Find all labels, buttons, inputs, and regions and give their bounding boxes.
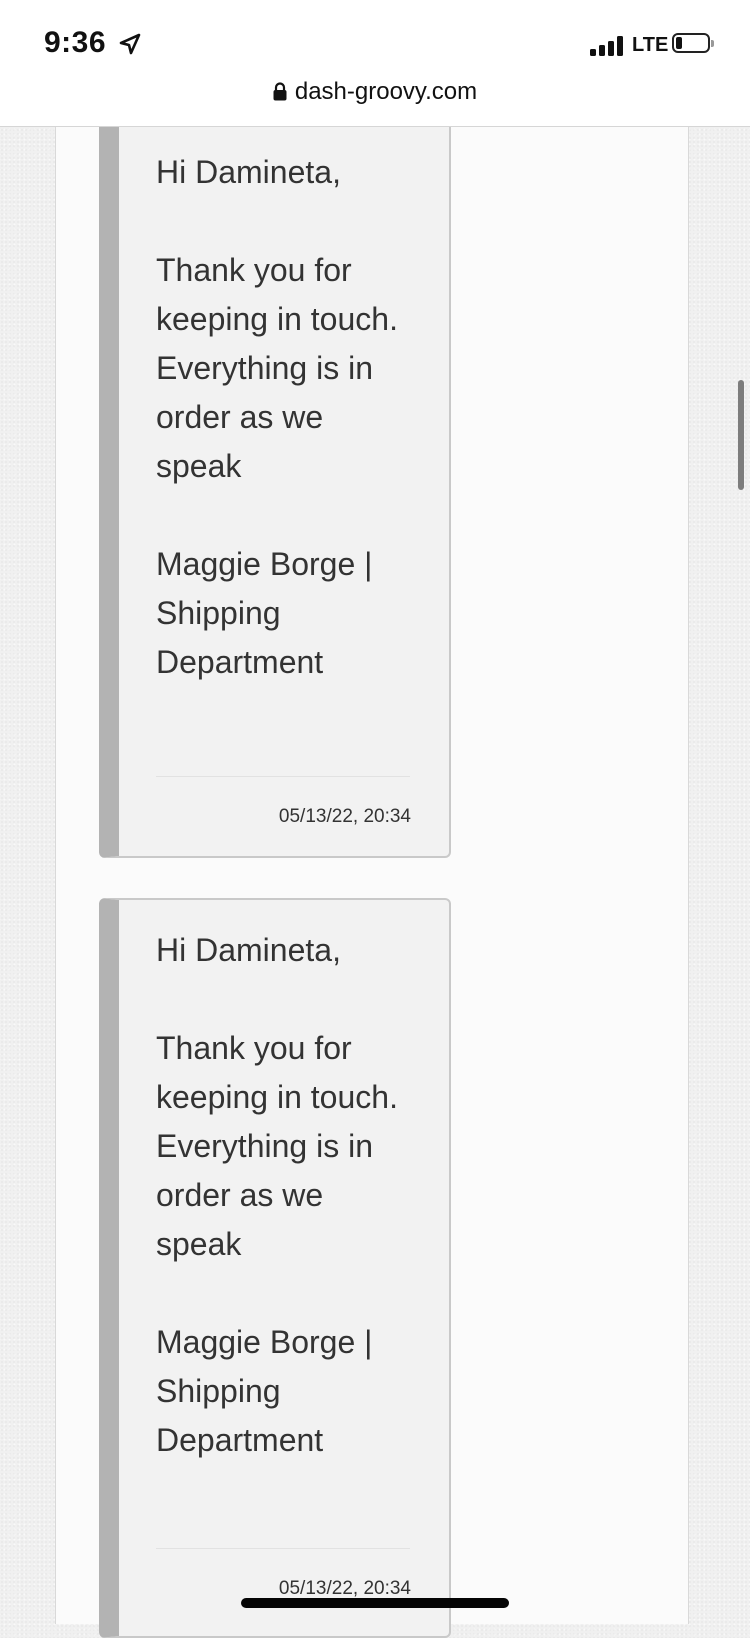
- message-body: Hi Damineta, Thank you for keeping in to…: [156, 148, 416, 687]
- message-divider: [156, 1548, 410, 1549]
- cellular-signal-icon: [590, 36, 626, 56]
- message-text: Thank you for keeping in touch. Everythi…: [156, 252, 398, 484]
- message-timestamp: 05/13/22, 20:34: [278, 1578, 411, 1599]
- location-arrow-icon: [119, 33, 141, 55]
- url-text: dash-groovy.com: [294, 78, 478, 105]
- message-greeting: Hi Damineta,: [156, 932, 341, 968]
- message-body: Hi Damineta, Thank you for keeping in to…: [156, 926, 416, 1465]
- address-bar[interactable]: dash-groovy.com: [0, 78, 750, 106]
- home-indicator[interactable]: [241, 1598, 509, 1608]
- status-bar: 9:36 LTE dash-groovy.com: [0, 0, 750, 127]
- message-card: Hi Damineta, Thank you for keeping in to…: [99, 898, 451, 1638]
- message-signature: Maggie Borge | Shipping Department: [156, 546, 373, 680]
- message-greeting: Hi Damineta,: [156, 154, 341, 190]
- message-timestamp: 05/13/22, 20:34: [278, 806, 411, 827]
- lock-icon: [273, 82, 287, 101]
- carrier-label: LTE: [632, 34, 669, 56]
- battery-icon: [672, 33, 714, 55]
- message-signature: Maggie Borge | Shipping Department: [156, 1324, 373, 1458]
- message-text: Thank you for keeping in touch. Everythi…: [156, 1030, 398, 1262]
- message-card: Hi Damineta, Thank you for keeping in to…: [99, 126, 451, 858]
- message-divider: [156, 776, 410, 777]
- status-time: 9:36: [44, 26, 107, 59]
- scrollbar-thumb[interactable]: [738, 380, 744, 490]
